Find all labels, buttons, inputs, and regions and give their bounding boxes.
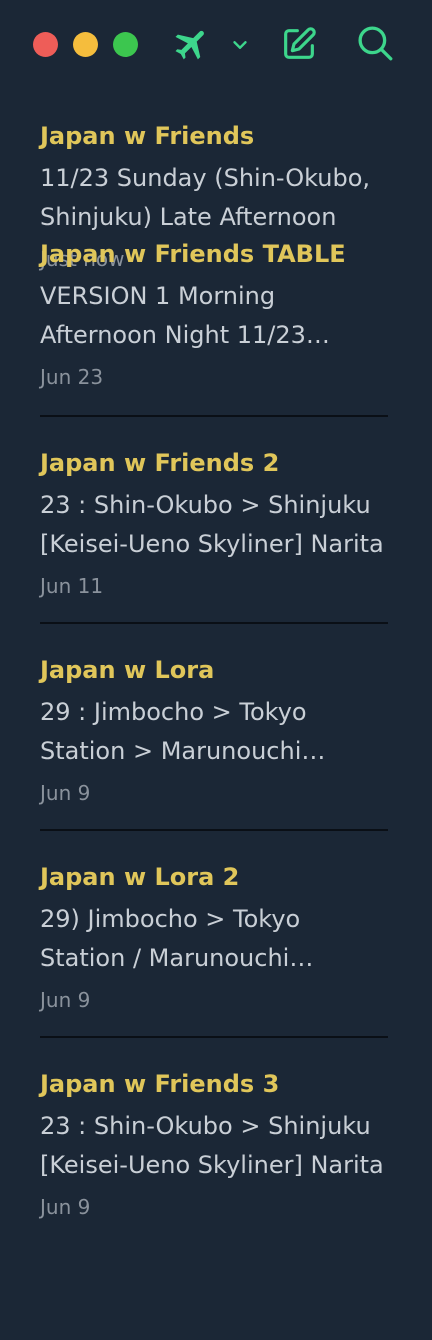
note-preview: 29) Jimbocho > Tokyo Station / Marunouch… <box>40 905 301 972</box>
toolbar <box>0 0 432 88</box>
note-item[interactable]: Japan w Friends TABLE VERSION 1 Morning … <box>40 208 388 415</box>
note-item[interactable]: Japan w Friends 11/23 Sunday (Shin-Okubo… <box>40 88 388 271</box>
note-preview: 29 : Jimbocho > Tokyo Station > Marunouc… <box>40 698 307 765</box>
minimize-window-button[interactable] <box>73 32 98 57</box>
note-title: Japan w Friends TABLE <box>40 240 346 268</box>
note-date: Jun 9 <box>40 988 91 1012</box>
airplane-icon[interactable] <box>172 24 212 64</box>
note-title: Japan w Friends 2 <box>40 449 280 477</box>
note-date: Jun 9 <box>40 781 91 805</box>
note-date: Jun 9 <box>40 1195 91 1219</box>
note-title: Japan w Lora <box>40 656 215 684</box>
search-icon[interactable] <box>354 22 396 64</box>
note-date: Jun 11 <box>40 574 104 598</box>
note-item[interactable]: Japan w Friends 3 23 : Shin-Okubo > Shin… <box>40 1036 388 1243</box>
compose-icon[interactable] <box>279 24 319 64</box>
note-item[interactable]: Japan w Lora 29 : Jimbocho > Tokyo Stati… <box>40 622 388 829</box>
note-preview: 23 : Shin-Okubo > Shinjuku [Keisei-Ueno … <box>40 1112 384 1179</box>
note-preview: VERSION 1 Morning Afternoon Night 11/23 … <box>40 282 306 349</box>
chevron-down-icon[interactable] <box>229 34 251 56</box>
note-item[interactable]: Japan w Friends 2 23 : Shin-Okubo > Shin… <box>40 415 388 622</box>
note-preview: 23 : Shin-Okubo > Shinjuku [Keisei-Ueno … <box>40 491 384 558</box>
note-title: Japan w Friends 3 <box>40 1070 280 1098</box>
note-date: Jun 23 <box>40 365 104 389</box>
note-title: Japan w Lora 2 <box>40 863 240 891</box>
maximize-window-button[interactable] <box>113 32 138 57</box>
note-title: Japan w Friends <box>40 122 255 150</box>
note-item[interactable]: Japan w Lora 2 29) Jimbocho > Tokyo Stat… <box>40 829 388 1036</box>
note-list: Japan w Friends 11/23 Sunday (Shin-Okubo… <box>40 88 388 1243</box>
close-window-button[interactable] <box>33 32 58 57</box>
